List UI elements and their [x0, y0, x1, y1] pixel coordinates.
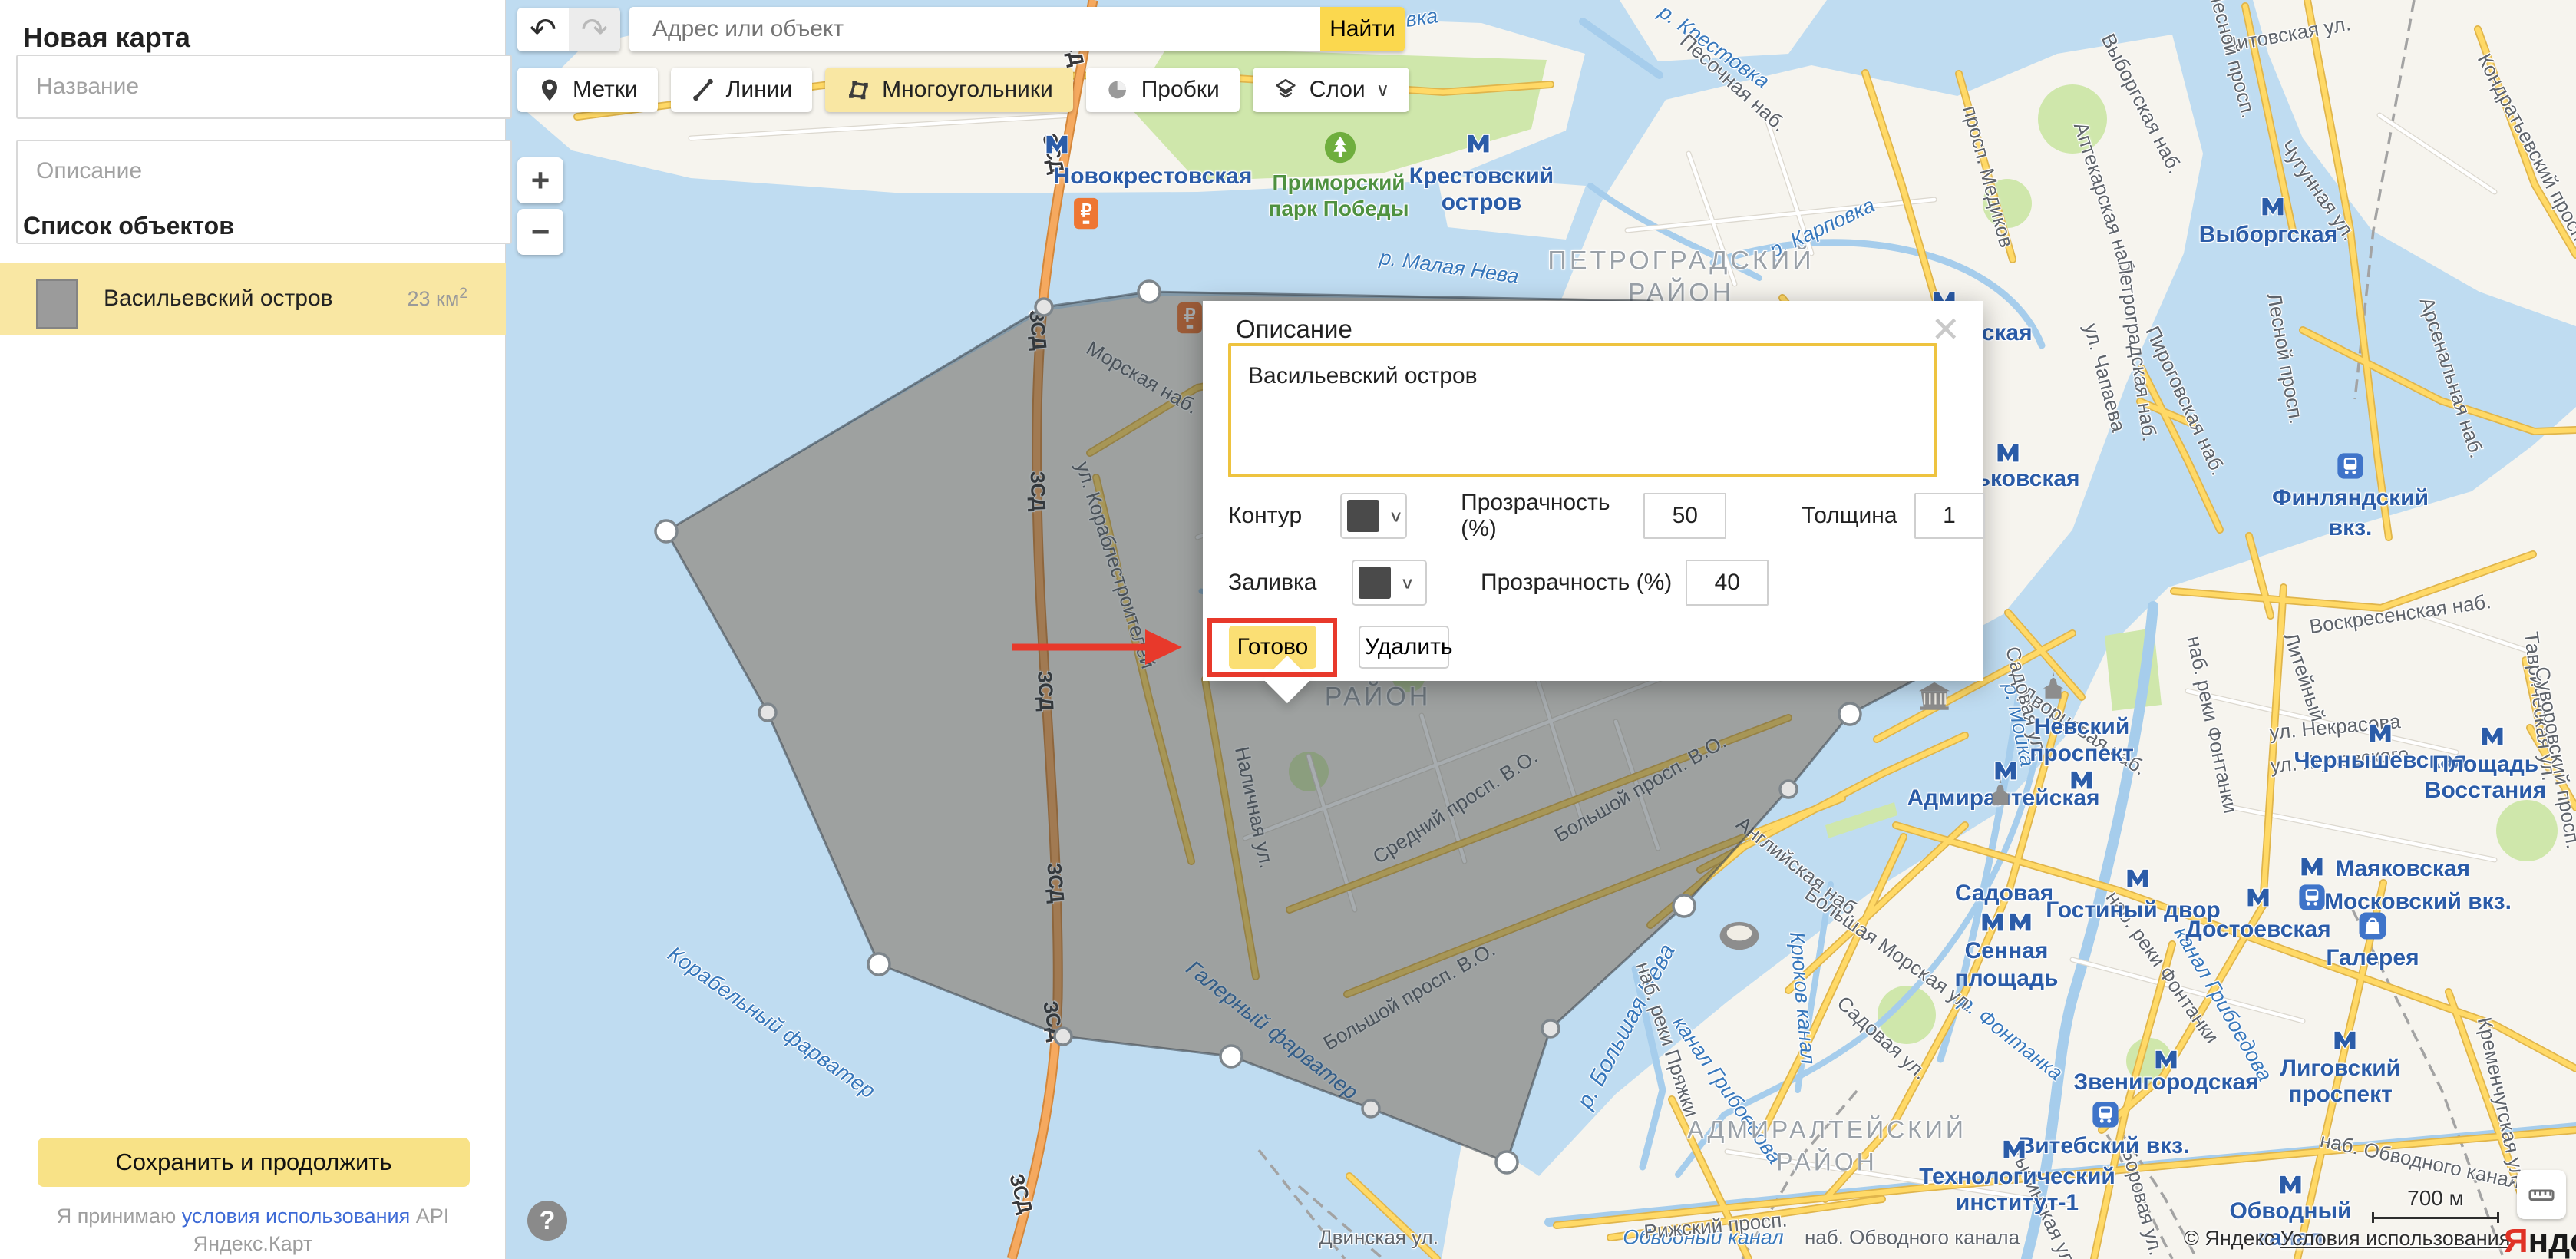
terms-link[interactable]: условия использования: [182, 1204, 411, 1228]
fill-color-swatch: [1359, 567, 1391, 599]
object-name: Васильевский остров: [104, 286, 333, 312]
fill-color-dropdown[interactable]: ∨: [1352, 560, 1427, 606]
polygon-properties-dialog: Описание ✕ Васильевский остров Контур ∨ …: [1203, 301, 1983, 681]
polygon-vertex[interactable]: [1035, 299, 1052, 316]
description-textarea[interactable]: Васильевский остров: [1228, 343, 1937, 477]
map-attribution: © Яндекс Условия использования: [2184, 1227, 2510, 1251]
tool-lines[interactable]: Линии: [671, 68, 813, 112]
polygon-vertex[interactable]: [1220, 1046, 1242, 1067]
tool-lines-label: Линии: [726, 77, 793, 103]
copyright-text: © Яндекс: [2184, 1227, 2280, 1250]
polygon-vertex[interactable]: [1055, 1028, 1072, 1045]
tool-markers-label: Метки: [573, 77, 638, 103]
outline-color-swatch: [1347, 500, 1379, 532]
scale-bar: [2372, 1212, 2499, 1223]
map-scale: 700 м: [2372, 1186, 2499, 1223]
help-button[interactable]: ?: [527, 1201, 567, 1241]
tool-polygons-label: Многоугольники: [882, 77, 1053, 103]
object-color-swatch: [36, 279, 78, 329]
ruler-icon: [2526, 1179, 2557, 1210]
zoom-out-button[interactable]: −: [517, 209, 563, 255]
tool-traffic-label: Пробки: [1141, 77, 1220, 103]
sidebar: Новая карта Список объектов Васильевский…: [0, 0, 506, 1259]
close-icon[interactable]: ✕: [1930, 312, 1960, 347]
fill-opacity-input[interactable]: [1686, 560, 1769, 606]
search-input[interactable]: [629, 16, 1320, 42]
yandex-logo: Яндекс: [2504, 1222, 2576, 1259]
object-list-item[interactable]: Васильевский остров 23 км2: [0, 263, 506, 335]
delete-button[interactable]: Удалить: [1359, 626, 1449, 669]
tool-layers[interactable]: Слои ∨: [1253, 68, 1410, 112]
scale-value: 700 м: [2407, 1186, 2464, 1210]
objects-list-heading: Список объектов: [23, 212, 234, 240]
polygon-vertex[interactable]: [656, 520, 677, 542]
fill-opacity-label: Прозрачность (%): [1481, 570, 1672, 596]
outline-label: Контур: [1228, 503, 1314, 529]
undo-button[interactable]: ↶: [517, 8, 569, 51]
chevron-down-icon: ∨: [1400, 573, 1415, 593]
undo-redo-group: ↶ ↷: [517, 8, 620, 51]
thickness-label: Толщина: [1802, 503, 1897, 529]
zoom-controls: + −: [517, 157, 563, 260]
polygon-vertex[interactable]: [1780, 781, 1797, 798]
traffic-icon: [1106, 78, 1131, 102]
map-constructor-app: Средняя Невкар. КрестовкаМалая Невкар. М…: [0, 0, 2576, 1259]
thickness-input[interactable]: [1914, 493, 1985, 539]
tool-layers-label: Слои: [1309, 77, 1366, 103]
drawing-toolbar: Метки Линии Многоугольники Пробки Слои ∨: [517, 68, 1409, 112]
search-button[interactable]: Найти: [1320, 7, 1405, 51]
search-bar: Найти: [629, 7, 1405, 51]
outline-opacity-input[interactable]: [1643, 493, 1726, 539]
ruler-button[interactable]: [2517, 1170, 2566, 1219]
polygon-vertex[interactable]: [1673, 895, 1695, 917]
object-area: 23 км2: [408, 286, 468, 311]
polygon-vertex[interactable]: [1138, 281, 1160, 302]
polygon-vertex[interactable]: [1542, 1020, 1559, 1037]
zoom-in-button[interactable]: +: [517, 157, 563, 203]
page-title: Новая карта: [23, 21, 505, 54]
done-button[interactable]: Готово: [1229, 626, 1316, 669]
polygon-icon: [845, 77, 871, 103]
tool-polygons[interactable]: Многоугольники: [825, 68, 1073, 112]
tool-traffic[interactable]: Пробки: [1086, 68, 1240, 112]
dialog-title: Описание: [1236, 315, 1352, 344]
layers-icon: [1273, 77, 1299, 103]
outline-color-dropdown[interactable]: ∨: [1340, 493, 1407, 539]
polygon-vertex[interactable]: [1839, 703, 1861, 725]
polygon-vertex[interactable]: [868, 953, 890, 975]
polygon-vertex[interactable]: [759, 704, 776, 721]
outline-opacity-label: Прозрачность (%): [1461, 490, 1630, 542]
fill-label: Заливка: [1228, 570, 1326, 596]
line-icon: [691, 78, 715, 102]
terms-of-use-link[interactable]: Условия использования: [2280, 1227, 2511, 1250]
map-name-input[interactable]: [16, 55, 512, 119]
chevron-down-icon: ∨: [1376, 79, 1390, 101]
terms-text: Я принимаю условия использования API Янд…: [0, 1202, 506, 1257]
save-and-continue-button[interactable]: Сохранить и продолжить: [38, 1138, 470, 1187]
redo-button[interactable]: ↷: [569, 8, 620, 51]
tool-markers[interactable]: Метки: [517, 68, 658, 112]
polygon-vertex[interactable]: [1496, 1152, 1518, 1173]
chevron-down-icon: ∨: [1389, 507, 1403, 526]
polygon-vertex[interactable]: [1362, 1100, 1379, 1117]
pin-icon: [537, 78, 562, 102]
